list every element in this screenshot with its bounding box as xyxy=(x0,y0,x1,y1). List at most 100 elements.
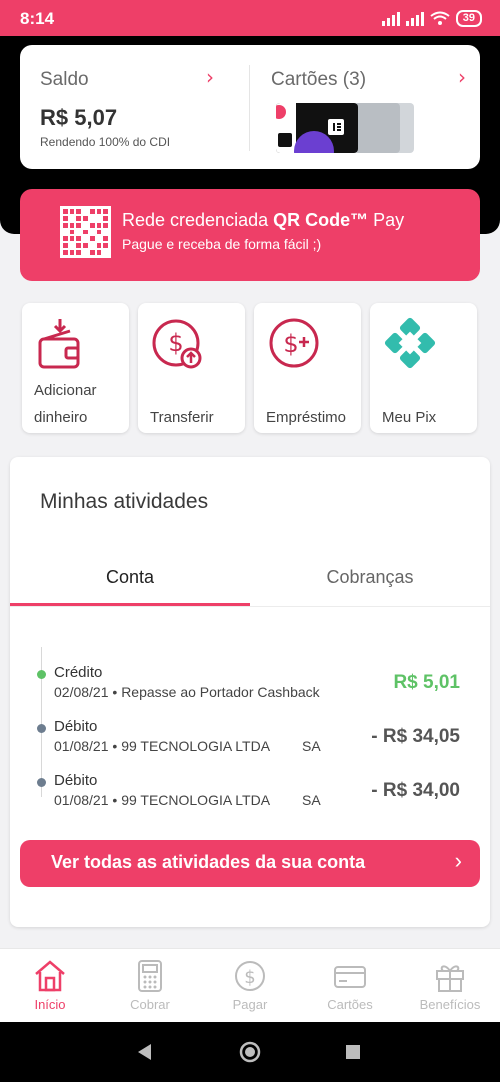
credit-card-icon xyxy=(334,966,366,988)
activity-amount: - R$ 34,05 xyxy=(371,726,460,747)
activity-item[interactable]: Débito 01/08/21 • 99 TECNOLOGIA LTDA SA … xyxy=(10,716,490,764)
activity-type: Débito xyxy=(54,772,98,789)
nav-label: Cobrar xyxy=(130,997,170,1012)
nav-label: Benefícios xyxy=(419,997,481,1012)
cards-title: Cartões (3) xyxy=(271,69,367,90)
tabs-divider xyxy=(10,606,490,607)
balance-value: R$ 5,07 xyxy=(40,105,118,130)
pix-icon xyxy=(384,317,436,369)
transfer-button[interactable]: $ Transferir xyxy=(138,303,245,433)
home-system-icon[interactable] xyxy=(239,1041,261,1063)
activity-type: Débito xyxy=(54,718,98,735)
status-bar: 8:14 39 xyxy=(0,0,500,36)
system-navigation-bar xyxy=(0,1022,500,1082)
activity-date: 02/08/21 xyxy=(54,684,109,700)
label-line xyxy=(382,377,474,404)
label-line xyxy=(266,377,358,404)
qr-title-prefix: Rede credenciada xyxy=(122,210,274,230)
calculator-icon xyxy=(138,960,162,992)
activity-date: 01/08/21 xyxy=(54,792,109,808)
pix-label: Meu Pix xyxy=(382,377,474,431)
balance-section[interactable]: Saldo › R$ 5,07 Rendendo 100% do CDI xyxy=(20,45,249,169)
status-dot xyxy=(37,670,46,679)
activities-title: Minhas atividades xyxy=(40,490,209,513)
tab-conta[interactable]: Conta xyxy=(10,567,250,588)
qr-title-bold: QR Code™ xyxy=(273,210,369,230)
label-line: Transferir xyxy=(150,409,214,426)
svg-text:$: $ xyxy=(244,967,255,988)
view-all-activities-button[interactable]: Ver todas as atividades da sua conta › xyxy=(20,840,480,887)
activity-item[interactable]: Crédito 02/08/21 • Repasse ao Portador C… xyxy=(10,662,490,710)
qr-banner-subtitle: Pague e receba de forma fácil ;) xyxy=(122,236,322,252)
chevron-right-icon: › xyxy=(454,848,462,873)
bottom-navigation: Início Cobrar $ Pagar Cartões Benefícios xyxy=(0,948,500,1022)
nav-cobrar[interactable]: Cobrar xyxy=(100,949,200,1023)
activity-description: 01/08/21 • 99 TECNOLOGIA LTDA xyxy=(54,792,271,808)
qr-code-pay-banner[interactable]: Rede credenciada QR Code™ Pay Pague e re… xyxy=(20,189,480,281)
qr-code-icon xyxy=(60,206,111,258)
nav-label: Início xyxy=(34,997,66,1012)
activity-suffix: SA xyxy=(302,792,321,808)
nav-label: Cartões xyxy=(327,997,373,1012)
balance-cards-panel: Saldo › R$ 5,07 Rendendo 100% do CDI Car… xyxy=(20,45,480,169)
signal-icon xyxy=(381,11,400,26)
loan-icon: $ xyxy=(269,318,319,368)
activity-type: Crédito xyxy=(54,664,103,681)
status-dot xyxy=(37,724,46,733)
nav-inicio[interactable]: Início xyxy=(0,949,100,1023)
svg-text:$: $ xyxy=(168,329,183,357)
view-all-label: Ver todas as atividades da sua conta xyxy=(51,852,366,872)
activity-desc-text: 99 TECNOLOGIA LTDA xyxy=(121,738,271,754)
status-icons: 39 xyxy=(381,10,482,27)
nav-cartoes[interactable]: Cartões xyxy=(300,949,400,1023)
activities-card: Minhas atividades Conta Cobranças Crédit… xyxy=(10,457,490,927)
activity-desc-text: 99 TECNOLOGIA LTDA xyxy=(121,792,271,808)
label-line: Meu Pix xyxy=(382,409,437,426)
balance-title: Saldo xyxy=(40,69,89,90)
balance-subtitle: Rendendo 100% do CDI xyxy=(40,135,171,149)
gift-icon xyxy=(436,965,464,992)
qr-banner-title: Rede credenciada QR Code™ Pay xyxy=(122,210,404,231)
svg-text:$: $ xyxy=(283,330,298,358)
dollar-circle-icon: $ xyxy=(235,961,265,991)
label-line: Adicionar xyxy=(34,382,97,399)
status-time: 8:14 xyxy=(20,9,55,28)
chevron-right-icon: › xyxy=(206,65,214,89)
nav-pagar[interactable]: $ Pagar xyxy=(200,949,300,1023)
recents-icon[interactable] xyxy=(346,1045,360,1059)
label-line: dinheiro xyxy=(34,409,88,426)
activity-amount: - R$ 34,00 xyxy=(371,780,460,801)
home-icon xyxy=(35,960,65,992)
battery-icon: 39 xyxy=(455,10,482,27)
activity-description: 02/08/21 • Repasse ao Portador Cashback xyxy=(54,684,320,700)
activity-description: 01/08/21 • 99 TECNOLOGIA LTDA xyxy=(54,738,271,754)
card-thumbnail xyxy=(276,103,358,153)
activity-item[interactable]: Débito 01/08/21 • 99 TECNOLOGIA LTDA SA … xyxy=(10,770,490,818)
transfer-money-icon: $ xyxy=(152,319,202,369)
transfer-label: Transferir xyxy=(150,377,242,431)
label-line xyxy=(150,377,242,404)
tab-cobrancas[interactable]: Cobranças xyxy=(250,567,490,588)
activity-amount: R$ 5,01 xyxy=(393,672,460,693)
card-thumbnail xyxy=(354,103,400,153)
back-icon[interactable] xyxy=(135,1042,153,1062)
nav-beneficios[interactable]: Benefícios xyxy=(400,949,500,1023)
add-money-label: Adicionar dinheiro xyxy=(34,377,126,431)
activity-desc-text: Repasse ao Portador Cashback xyxy=(121,684,320,700)
wallet-add-icon xyxy=(38,319,80,369)
activity-suffix: SA xyxy=(302,738,321,754)
add-money-button[interactable]: Adicionar dinheiro xyxy=(22,303,129,433)
qr-title-suffix: Pay xyxy=(368,210,405,230)
nav-label: Pagar xyxy=(232,997,268,1012)
cards-section[interactable]: Cartões (3) › xyxy=(250,45,480,169)
signal-icon xyxy=(405,11,424,26)
chevron-right-icon: › xyxy=(458,65,466,89)
activity-date: 01/08/21 xyxy=(54,738,109,754)
label-line: Empréstimo xyxy=(266,409,347,426)
wifi-icon xyxy=(430,11,450,25)
loan-button[interactable]: $ Empréstimo xyxy=(254,303,361,433)
status-dot xyxy=(37,778,46,787)
loan-label: Empréstimo xyxy=(266,377,358,431)
tab-active-indicator xyxy=(10,603,250,606)
pix-button[interactable]: Meu Pix xyxy=(370,303,477,433)
